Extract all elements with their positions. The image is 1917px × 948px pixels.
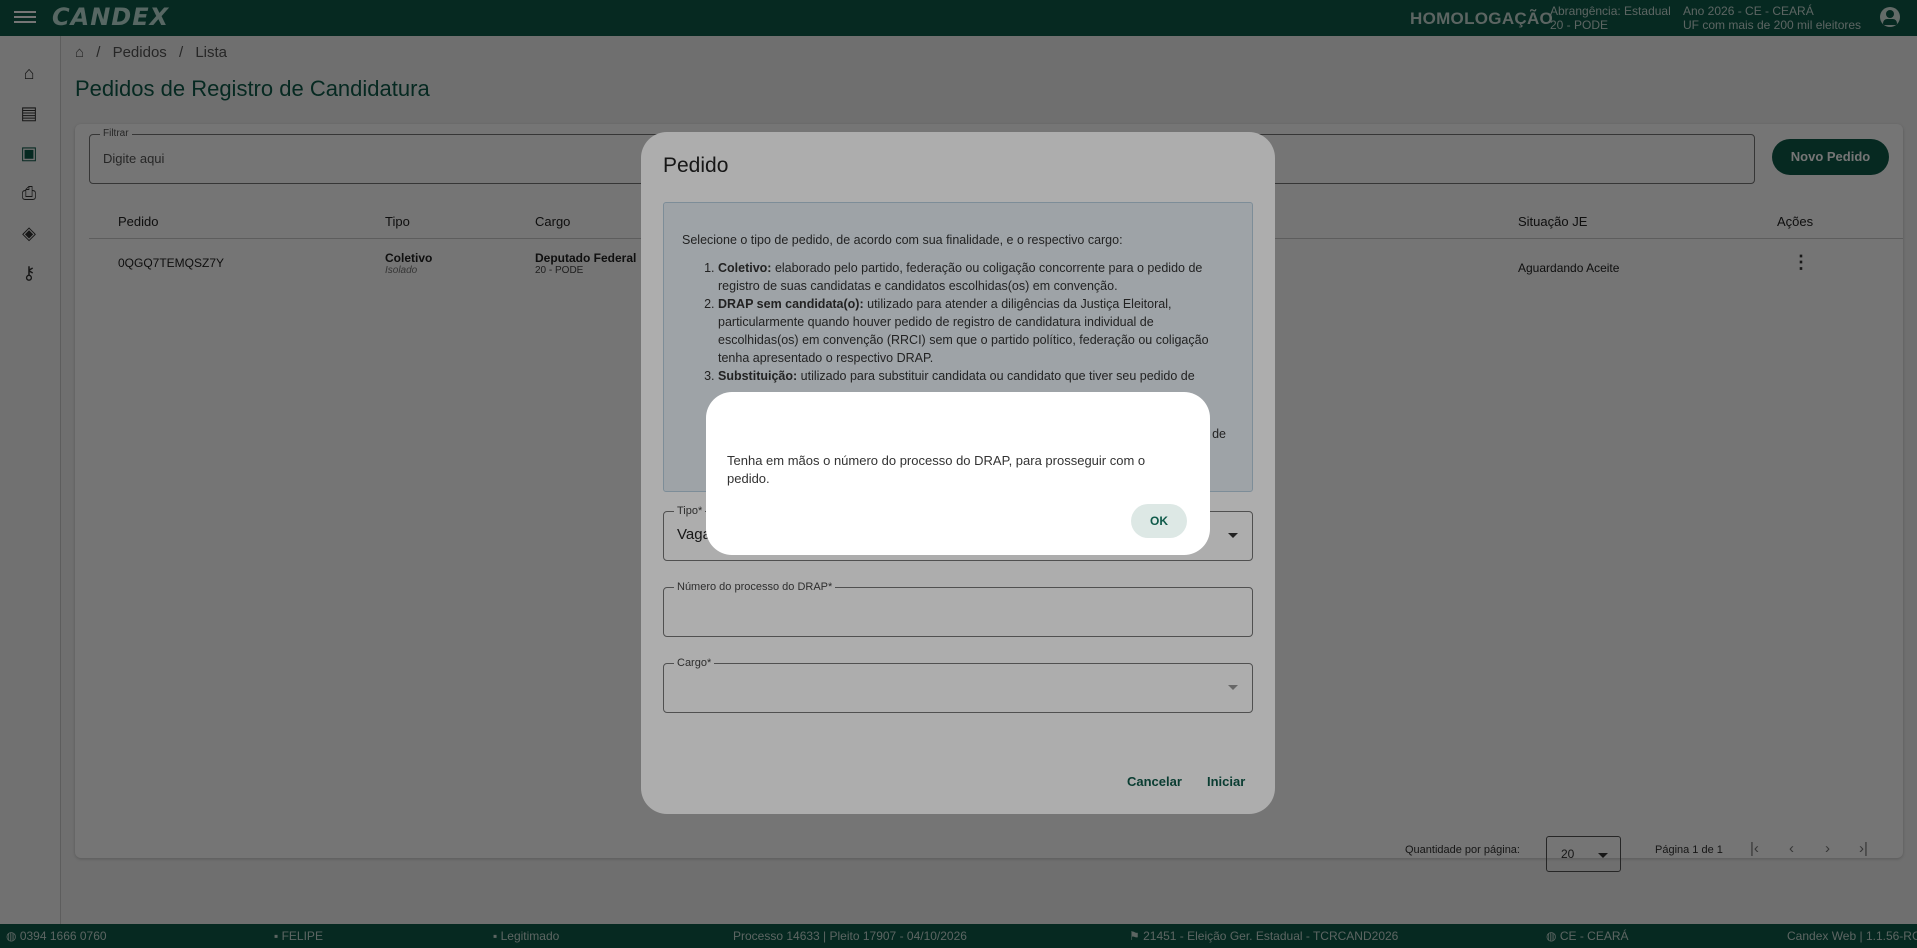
alert-backdrop: Tenha em mãos o número do processo do DR… (0, 0, 1917, 948)
alert-dialog: Tenha em mãos o número do processo do DR… (706, 392, 1210, 555)
alert-message: Tenha em mãos o número do processo do DR… (727, 453, 1146, 486)
ok-button[interactable]: OK (1131, 504, 1187, 538)
